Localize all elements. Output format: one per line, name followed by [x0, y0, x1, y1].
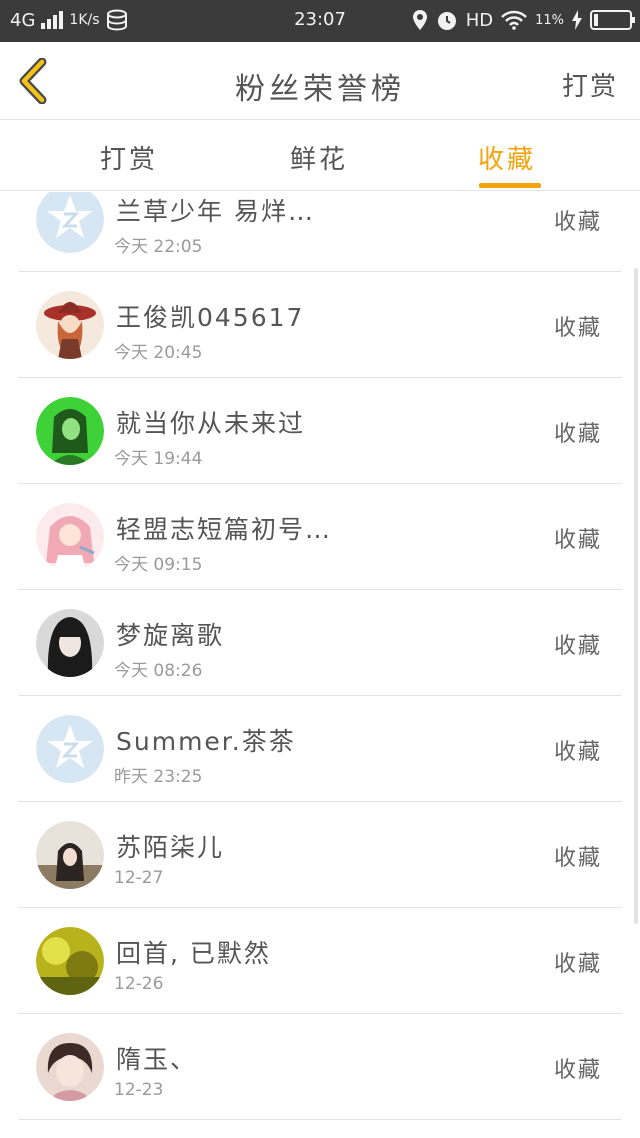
- fan-time: 12-23: [114, 1080, 164, 1100]
- hd-label: HD: [465, 9, 494, 31]
- avatar: [36, 821, 104, 889]
- tab-favorites[interactable]: 收藏: [478, 139, 536, 176]
- fan-time: 今天 08:26: [114, 661, 203, 681]
- list-item[interactable]: 就当你从未来过 今天 19:44 收藏: [0, 378, 640, 484]
- list-item[interactable]: Summer.茶茶 昨天 23:25 收藏: [0, 696, 640, 802]
- app-header: 粉丝荣誉榜 打赏: [0, 42, 640, 120]
- fan-list[interactable]: 兰草少年 易烊… 今天 22:05 收藏 王俊凯045617 今天 20:45 …: [0, 192, 640, 1138]
- location-icon: [412, 10, 427, 30]
- list-item[interactable]: 苏陌柒儿 12-27 收藏: [0, 802, 640, 908]
- fan-time: 12-27: [114, 868, 164, 888]
- fan-name: 就当你从未来过: [116, 409, 306, 438]
- avatar: [36, 397, 104, 465]
- active-tab-indicator: [479, 183, 541, 188]
- fan-name: 苏陌柒儿: [116, 833, 225, 862]
- fan-time: 今天 22:05: [114, 237, 203, 257]
- fan-time: 12-26: [114, 974, 164, 994]
- avatar: [36, 291, 104, 359]
- divider: [18, 1119, 622, 1120]
- fan-name: Summer.茶茶: [116, 727, 296, 756]
- fan-name: 兰草少年 易烊…: [116, 197, 315, 226]
- fan-time: 今天 19:44: [114, 449, 203, 469]
- fan-time: 今天 20:45: [114, 343, 203, 363]
- fan-name: 回首, 已默然: [116, 939, 271, 968]
- action-label[interactable]: 收藏: [554, 734, 602, 766]
- list-item[interactable]: 梦旋离歌 今天 08:26 收藏: [0, 590, 640, 696]
- wifi-icon: [501, 10, 527, 30]
- action-label[interactable]: 收藏: [554, 628, 602, 660]
- page-title: 粉丝荣誉榜: [235, 72, 405, 107]
- action-label[interactable]: 收藏: [554, 946, 602, 978]
- action-label[interactable]: 收藏: [554, 204, 602, 236]
- avatar: [36, 609, 104, 677]
- tab-reward[interactable]: 打赏: [100, 139, 158, 176]
- action-label[interactable]: 收藏: [554, 522, 602, 554]
- avatar: [36, 927, 104, 995]
- avatar: [36, 192, 104, 253]
- fan-name: 隋玉、: [116, 1045, 198, 1074]
- action-label[interactable]: 收藏: [554, 310, 602, 342]
- list-item[interactable]: 轻盟志短篇初号… 今天 09:15 收藏: [0, 484, 640, 590]
- reward-button[interactable]: 打赏: [562, 66, 618, 103]
- action-label[interactable]: 收藏: [554, 840, 602, 872]
- battery-percent: 11%: [535, 12, 564, 28]
- fan-name: 王俊凯045617: [116, 303, 305, 332]
- fan-time: 昨天 23:25: [114, 767, 203, 787]
- list-item[interactable]: 王俊凯045617 今天 20:45 收藏: [0, 272, 640, 378]
- fan-name: 梦旋离歌: [116, 621, 225, 650]
- status-bar: 4G 1K/s 23:07 HD 11%: [0, 0, 640, 42]
- list-item[interactable]: 回首, 已默然 12-26 收藏: [0, 908, 640, 1014]
- status-right: HD 11%: [412, 9, 635, 31]
- charging-icon: [572, 10, 582, 30]
- alarm-icon: [437, 12, 456, 30]
- battery-icon: [590, 10, 635, 30]
- fan-list-content: 兰草少年 易烊… 今天 22:05 收藏 王俊凯045617 今天 20:45 …: [0, 192, 640, 1120]
- avatar: [36, 715, 104, 783]
- avatar: [36, 1033, 104, 1101]
- scrollbar[interactable]: [634, 268, 638, 924]
- tab-flowers[interactable]: 鲜花: [290, 139, 348, 176]
- list-item[interactable]: 隋玉、 12-23 收藏: [0, 1014, 640, 1120]
- fan-name: 轻盟志短篇初号…: [116, 515, 333, 544]
- fan-time: 今天 09:15: [114, 555, 203, 575]
- action-label[interactable]: 收藏: [554, 1052, 602, 1084]
- action-label[interactable]: 收藏: [554, 416, 602, 448]
- tab-bar: 打赏 鲜花 收藏: [0, 121, 640, 191]
- avatar: [36, 503, 104, 571]
- list-item[interactable]: 兰草少年 易烊… 今天 22:05 收藏: [0, 192, 640, 272]
